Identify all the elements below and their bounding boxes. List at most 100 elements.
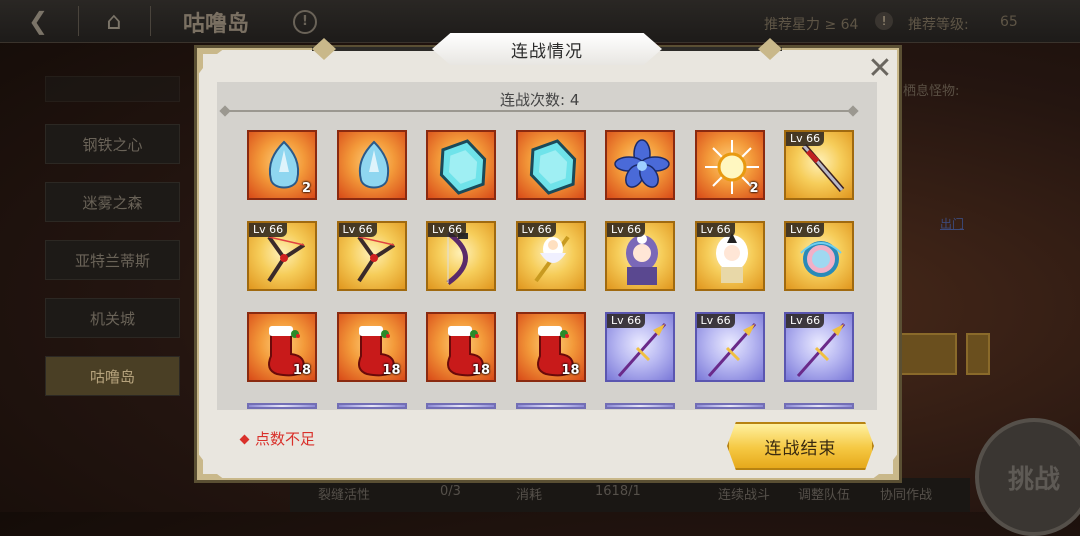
challenge-label: 挑战 — [1007, 464, 1060, 495]
sidebar-item-0[interactable]: 钢铁之心 — [45, 124, 180, 164]
reward-item[interactable] — [336, 130, 407, 200]
reward-item[interactable]: 18 — [247, 312, 317, 382]
reward-item-partial[interactable] — [605, 403, 675, 409]
title-ornament — [312, 38, 336, 60]
dialog-title-bar: 连战情况 — [312, 33, 782, 65]
crystal-icon — [358, 140, 389, 189]
sidebar-item-label: 机关城 — [89, 309, 135, 328]
reward-item[interactable]: Lv 66 — [605, 221, 675, 291]
bottom-bar: 裂缝活性 0/3 消耗 1618/1 连续战斗 调整队伍 协同作战 — [290, 478, 970, 512]
battle-count: 连战次数: 4 — [500, 91, 580, 109]
reward-item[interactable]: Lv 66 — [784, 130, 854, 200]
cost-value: 1618/1 — [595, 484, 641, 499]
item-count: 18 — [561, 363, 580, 378]
reward-item-partial[interactable] — [515, 403, 586, 409]
sidebar-item-label: 亚特兰蒂斯 — [74, 251, 150, 270]
reward-item-partial[interactable] — [426, 403, 496, 409]
continuous-battle-button[interactable]: 连续战斗 — [718, 484, 770, 503]
reward-item-partial[interactable] — [694, 403, 765, 409]
sidebar-item-2[interactable]: 亚特兰蒂斯 — [45, 240, 180, 280]
reward-item[interactable] — [515, 130, 586, 200]
blue-flower-icon — [614, 139, 670, 188]
count-divider — [226, 110, 852, 112]
reward-item[interactable]: Lv 66 — [784, 221, 854, 291]
item-count: 18 — [382, 363, 401, 378]
sidebar-item-label: 咕噜岛 — [89, 367, 135, 386]
close-button[interactable]: ✕ — [858, 48, 902, 88]
reward-item[interactable]: Lv 66 — [694, 312, 765, 382]
recommended-level-label: 推荐等级: — [908, 17, 969, 33]
item-level: Lv 66 — [786, 314, 825, 328]
challenge-button[interactable]: 挑战 — [975, 418, 1080, 536]
power-info-icon[interactable]: ! — [875, 12, 893, 30]
divider — [150, 6, 151, 36]
end-battle-label: 连战结束 — [764, 438, 837, 459]
title-plate: 连战情况 — [432, 33, 662, 65]
reward-item[interactable]: Lv 66 — [784, 312, 854, 382]
reward-item[interactable]: 18 — [336, 312, 407, 382]
reward-item[interactable] — [426, 130, 496, 200]
rift-label: 裂缝活性 — [318, 488, 371, 503]
item-level: Lv 66 — [607, 223, 646, 237]
item-level: Lv 66 — [428, 223, 467, 237]
reward-item[interactable]: Lv 66 — [247, 221, 317, 291]
corner-ornament — [197, 452, 225, 480]
back-icon[interactable]: ❮ — [8, 0, 68, 42]
item-count: 18 — [471, 363, 490, 378]
assist-button[interactable]: 协同作战 — [880, 484, 932, 503]
points-warning: 点数不足 — [239, 428, 316, 449]
item-level: Lv 66 — [696, 223, 735, 237]
info-icon[interactable]: ! — [293, 10, 317, 34]
corner-ornament — [197, 48, 225, 76]
home-icon[interactable]: ⌂ — [84, 0, 144, 42]
reward-item-partial[interactable] — [784, 403, 854, 409]
monster-card[interactable] — [966, 333, 990, 375]
item-level: Lv 66 — [338, 223, 377, 237]
rift-count: 0/3 — [440, 484, 461, 499]
reward-item[interactable] — [605, 130, 675, 200]
sidebar-item-partial[interactable] — [45, 76, 180, 102]
end-battle-button[interactable]: 连战结束 — [727, 422, 874, 470]
monster-label: 栖息怪物: — [903, 84, 960, 99]
cyan-gem-icon — [439, 139, 487, 195]
title-ornament — [758, 38, 782, 60]
reward-item[interactable]: Lv 66 — [515, 221, 586, 291]
sidebar-item-4[interactable]: 咕噜岛 — [45, 356, 180, 396]
reward-item-partial[interactable] — [336, 403, 407, 409]
item-level: Lv 66 — [696, 314, 735, 328]
item-level: Lv 66 — [786, 132, 825, 146]
recommended-power: 推荐星力 ≥ 64 — [764, 17, 859, 33]
reward-item[interactable]: Lv 66 — [694, 221, 765, 291]
close-icon: ✕ — [867, 50, 893, 86]
reward-item[interactable]: Lv 66 — [605, 312, 675, 382]
reward-item[interactable]: 2 — [247, 130, 317, 200]
bg-link[interactable]: 出门 — [940, 215, 964, 232]
warning-text: 点数不足 — [255, 430, 316, 448]
cyan-gem-icon — [529, 139, 576, 195]
zone-title: 咕噜岛 — [183, 12, 250, 37]
corner-ornament — [871, 452, 899, 480]
reward-item[interactable]: 2 — [694, 130, 765, 200]
cost-label: 消耗 — [516, 488, 543, 503]
reward-item[interactable]: 18 — [515, 312, 586, 382]
sidebar-item-3[interactable]: 机关城 — [45, 298, 180, 338]
sidebar-item-label: 钢铁之心 — [82, 135, 143, 154]
item-count: 2 — [301, 181, 311, 196]
adjust-team-button[interactable]: 调整队伍 — [798, 484, 850, 503]
warning-diamond-icon — [239, 434, 250, 445]
item-count: 18 — [292, 363, 311, 378]
recommended-level-value: 65 — [1000, 14, 1018, 30]
reward-item[interactable]: 18 — [426, 312, 496, 382]
item-level: Lv 66 — [786, 223, 825, 237]
sidebar-item-1[interactable]: 迷雾之森 — [45, 182, 180, 222]
monster-card[interactable] — [898, 333, 957, 375]
sidebar-item-label: 迷雾之森 — [82, 193, 143, 212]
reward-item[interactable]: Lv 66 — [336, 221, 407, 291]
divider — [78, 6, 79, 36]
item-level: Lv 66 — [607, 314, 646, 328]
item-level: Lv 66 — [517, 223, 556, 237]
dialog-title: 连战情况 — [511, 41, 583, 62]
item-count: 2 — [749, 181, 759, 196]
reward-item-partial[interactable] — [247, 403, 317, 409]
reward-item[interactable]: Lv 66 — [426, 221, 496, 291]
